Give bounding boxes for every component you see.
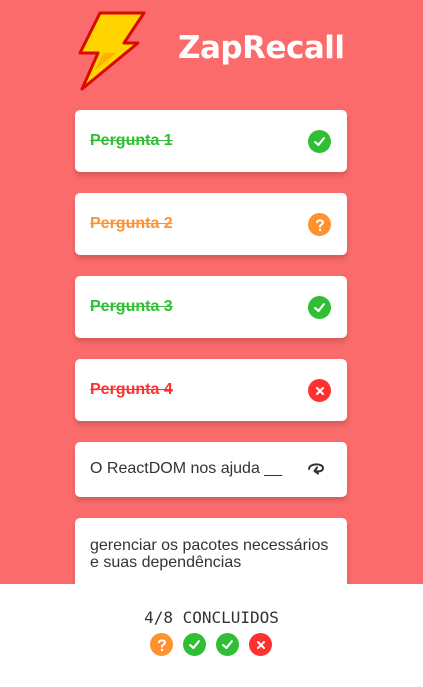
close-icon — [308, 379, 331, 402]
question-card-4[interactable]: Pergunta 4 — [75, 359, 347, 421]
question-text: O ReactDOM nos ajuda __ — [90, 460, 283, 477]
question-label: Pergunta 4 — [90, 381, 173, 398]
results-icons — [150, 633, 272, 656]
app-title: ZapRecall — [178, 30, 345, 66]
check-icon — [183, 633, 206, 656]
app-header: ZapRecall — [0, 0, 423, 110]
open-question-card: O ReactDOM nos ajuda __ — [75, 442, 347, 497]
footer: 4/8 CONCLUIDOS — [0, 584, 423, 687]
question-icon — [308, 213, 331, 236]
question-label: Pergunta 3 — [90, 298, 173, 315]
question-label: Pergunta 1 — [90, 132, 173, 149]
question-card-1[interactable]: Pergunta 1 — [75, 110, 347, 172]
answer-text: gerenciar os pacotes necessários e suas … — [90, 537, 329, 571]
close-icon — [249, 633, 272, 656]
question-card-2[interactable]: Pergunta 2 — [75, 193, 347, 255]
check-icon — [308, 296, 331, 319]
lightning-logo-icon — [78, 11, 146, 91]
question-card-3[interactable]: Pergunta 3 — [75, 276, 347, 338]
check-icon — [308, 130, 331, 153]
check-icon — [216, 633, 239, 656]
progress-counter: 4/8 CONCLUIDOS — [144, 608, 279, 627]
flip-icon[interactable] — [305, 459, 327, 477]
question-label: Pergunta 2 — [90, 215, 173, 232]
question-icon — [150, 633, 173, 656]
